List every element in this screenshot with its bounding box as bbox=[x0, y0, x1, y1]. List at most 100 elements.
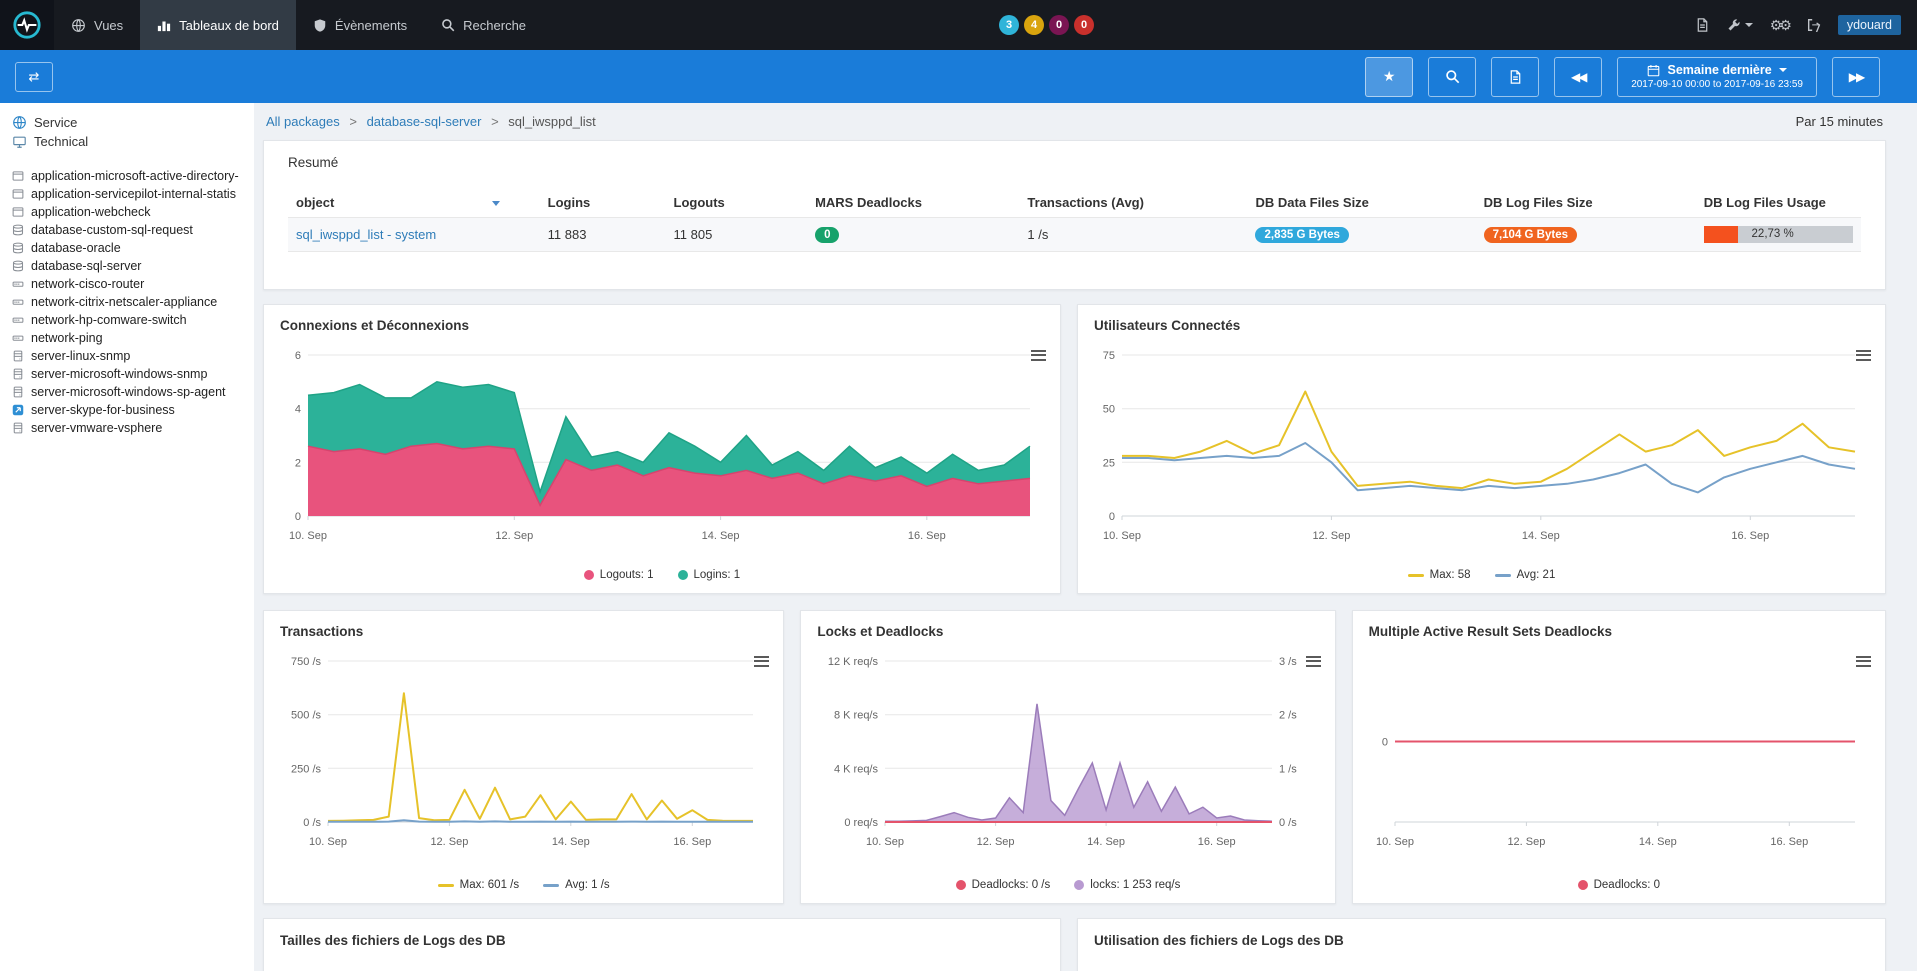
nav-item-evenements[interactable]: Évènements bbox=[296, 0, 424, 50]
chart-title: Utilisation des fichiers de Logs des DB bbox=[1094, 933, 1869, 948]
settings-button[interactable]: ⚙⚙ bbox=[1770, 17, 1789, 34]
column-header-transactions[interactable]: Transactions (Avg) bbox=[1019, 188, 1247, 218]
chart-menu-icon[interactable] bbox=[754, 653, 769, 669]
logins-value: 11 883 bbox=[540, 218, 666, 252]
nav-item-vues[interactable]: Vues bbox=[54, 0, 140, 50]
svg-text:250 /s: 250 /s bbox=[291, 763, 321, 775]
chart-legend: Max: 601 /s Avg: 1 /s bbox=[264, 875, 783, 903]
column-header-logins[interactable]: Logins bbox=[540, 188, 666, 218]
sidebar-item-service[interactable]: Service bbox=[8, 113, 246, 132]
package-label: database-custom-sql-request bbox=[31, 223, 193, 237]
export-pdf-button[interactable] bbox=[1695, 17, 1710, 33]
column-header-db-data-files-size[interactable]: DB Data Files Size bbox=[1247, 188, 1475, 218]
package-label: database-sql-server bbox=[31, 259, 141, 273]
sidebar-package-item[interactable]: application-microsoft-active-directory- bbox=[8, 167, 246, 185]
column-header-mars-deadlocks[interactable]: MARS Deadlocks bbox=[807, 188, 1019, 218]
package-label: network-hp-comware-switch bbox=[31, 313, 187, 327]
chart-menu-icon[interactable] bbox=[1856, 653, 1871, 669]
sidebar-package-item[interactable]: network-citrix-netscaler-appliance bbox=[8, 293, 246, 311]
period-selector-button[interactable]: Semaine dernière 2017-09-10 00:00 to 201… bbox=[1617, 57, 1817, 97]
sidebar-package-item[interactable]: application-webcheck bbox=[8, 203, 246, 221]
sidebar-package-item[interactable]: network-hp-comware-switch bbox=[8, 311, 246, 329]
document-icon bbox=[1508, 69, 1523, 85]
chart-title: Locks et Deadlocks bbox=[801, 611, 1334, 647]
svg-text:1 /s: 1 /s bbox=[1279, 763, 1297, 775]
main-content: All packages > database-sql-server > sql… bbox=[254, 103, 1917, 971]
search-button[interactable] bbox=[1428, 57, 1476, 97]
sidebar-package-item[interactable]: server-linux-snmp bbox=[8, 347, 246, 365]
database-icon bbox=[12, 260, 25, 272]
svg-text:750 /s: 750 /s bbox=[291, 656, 321, 668]
package-label: application-microsoft-active-directory- bbox=[31, 169, 239, 183]
network-icon bbox=[12, 314, 25, 326]
table-row: sql_iwsppd_list - system 11 883 11 805 0… bbox=[288, 218, 1861, 252]
column-header-db-log-files-size[interactable]: DB Log Files Size bbox=[1476, 188, 1696, 218]
app-logo[interactable] bbox=[0, 0, 54, 50]
sidebar-package-item[interactable]: server-microsoft-windows-snmp bbox=[8, 365, 246, 383]
column-header-db-log-files-usage[interactable]: DB Log Files Usage bbox=[1696, 188, 1861, 218]
object-link[interactable]: sql_iwsppd_list - system bbox=[296, 227, 436, 242]
db-log-files-size-badge: 7,104 G Bytes bbox=[1484, 227, 1577, 243]
tools-menu-button[interactable] bbox=[1727, 18, 1753, 32]
sidebar-package-item[interactable]: database-sql-server bbox=[8, 257, 246, 275]
package-list: application-microsoft-active-directory-a… bbox=[8, 167, 246, 437]
legend-item[interactable]: Logins: 1 bbox=[678, 569, 741, 581]
sidebar-package-item[interactable]: application-servicepilot-internal-statis bbox=[8, 185, 246, 203]
user-menu[interactable]: ydouard bbox=[1838, 15, 1901, 35]
chart-legend: Max: 58 Avg: 21 bbox=[1078, 565, 1885, 593]
alert-count-badge[interactable]: 3 bbox=[999, 15, 1019, 35]
svg-text:500 /s: 500 /s bbox=[291, 710, 321, 722]
alert-count-badge[interactable]: 0 bbox=[1049, 15, 1069, 35]
legend-item[interactable]: Logouts: 1 bbox=[584, 569, 654, 581]
sidebar-package-item[interactable]: database-oracle bbox=[8, 239, 246, 257]
sidebar-item-technical[interactable]: Technical bbox=[8, 132, 246, 151]
monitor-icon bbox=[12, 135, 27, 149]
top-navbar: Vues Tableaux de bord Évènements Recherc… bbox=[0, 0, 1917, 50]
column-header-object[interactable]: object bbox=[288, 188, 540, 218]
search-icon bbox=[1445, 69, 1460, 84]
breadcrumb-link-all-packages[interactable]: All packages bbox=[266, 114, 340, 129]
package-label: network-ping bbox=[31, 331, 103, 345]
legend-marker bbox=[1074, 880, 1084, 890]
chart-menu-icon[interactable] bbox=[1856, 347, 1871, 363]
alert-count-badge[interactable]: 0 bbox=[1074, 15, 1094, 35]
calendar-icon bbox=[1647, 64, 1660, 77]
legend-item[interactable]: Deadlocks: 0 bbox=[1578, 879, 1660, 891]
legend-item[interactable]: Deadlocks: 0 /s bbox=[956, 879, 1051, 891]
chart-svg: 010. Sep12. Sep14. Sep16. Sep bbox=[1361, 647, 1877, 852]
db-data-files-size-badge: 2,835 G Bytes bbox=[1255, 227, 1348, 243]
sidebar-collapse-button[interactable]: ⇄ bbox=[15, 62, 53, 92]
favorite-button[interactable]: ★ bbox=[1365, 57, 1413, 97]
alert-count-badge[interactable]: 4 bbox=[1024, 15, 1044, 35]
logout-button[interactable] bbox=[1806, 18, 1821, 32]
legend-item[interactable]: Max: 601 /s bbox=[438, 879, 519, 891]
legend-item[interactable]: locks: 1 253 req/s bbox=[1074, 879, 1180, 891]
chart-title: Tailles des fichiers de Logs des DB bbox=[280, 933, 1044, 948]
svg-text:12 K req/s: 12 K req/s bbox=[828, 656, 879, 668]
chart-card-log-files-size: Tailles des fichiers de Logs des DB bbox=[263, 918, 1061, 971]
pdf-export-button[interactable] bbox=[1491, 57, 1539, 97]
breadcrumb-link-package[interactable]: database-sql-server bbox=[367, 114, 482, 129]
usage-bar-fill bbox=[1704, 226, 1738, 243]
legend-item[interactable]: Avg: 21 bbox=[1495, 569, 1556, 581]
sidebar-package-item[interactable]: server-microsoft-windows-sp-agent bbox=[8, 383, 246, 401]
nav-item-tableaux-de-bord[interactable]: Tableaux de bord bbox=[140, 0, 296, 50]
next-period-button[interactable]: ▶▶ bbox=[1832, 57, 1880, 97]
chevron-down-icon bbox=[1779, 68, 1787, 72]
legend-item[interactable]: Max: 58 bbox=[1408, 569, 1471, 581]
svg-text:10. Sep: 10. Sep bbox=[309, 836, 347, 848]
chart-menu-icon[interactable] bbox=[1031, 347, 1046, 363]
legend-item[interactable]: Avg: 1 /s bbox=[543, 879, 610, 891]
nav-item-recherche[interactable]: Recherche bbox=[424, 0, 543, 50]
sidebar-package-item[interactable]: database-custom-sql-request bbox=[8, 221, 246, 239]
sidebar-package-item[interactable]: server-skype-for-business bbox=[8, 401, 246, 419]
sidebar-package-item[interactable]: network-cisco-router bbox=[8, 275, 246, 293]
chart-menu-icon[interactable] bbox=[1306, 653, 1321, 669]
column-header-logouts[interactable]: Logouts bbox=[666, 188, 808, 218]
svg-text:0 /s: 0 /s bbox=[303, 817, 321, 829]
bar-chart-icon bbox=[157, 18, 171, 32]
previous-period-button[interactable]: ◀◀ bbox=[1554, 57, 1602, 97]
breadcrumb-current: sql_iwsppd_list bbox=[508, 114, 595, 129]
sidebar-package-item[interactable]: network-ping bbox=[8, 329, 246, 347]
sidebar-package-item[interactable]: server-vmware-vsphere bbox=[8, 419, 246, 437]
